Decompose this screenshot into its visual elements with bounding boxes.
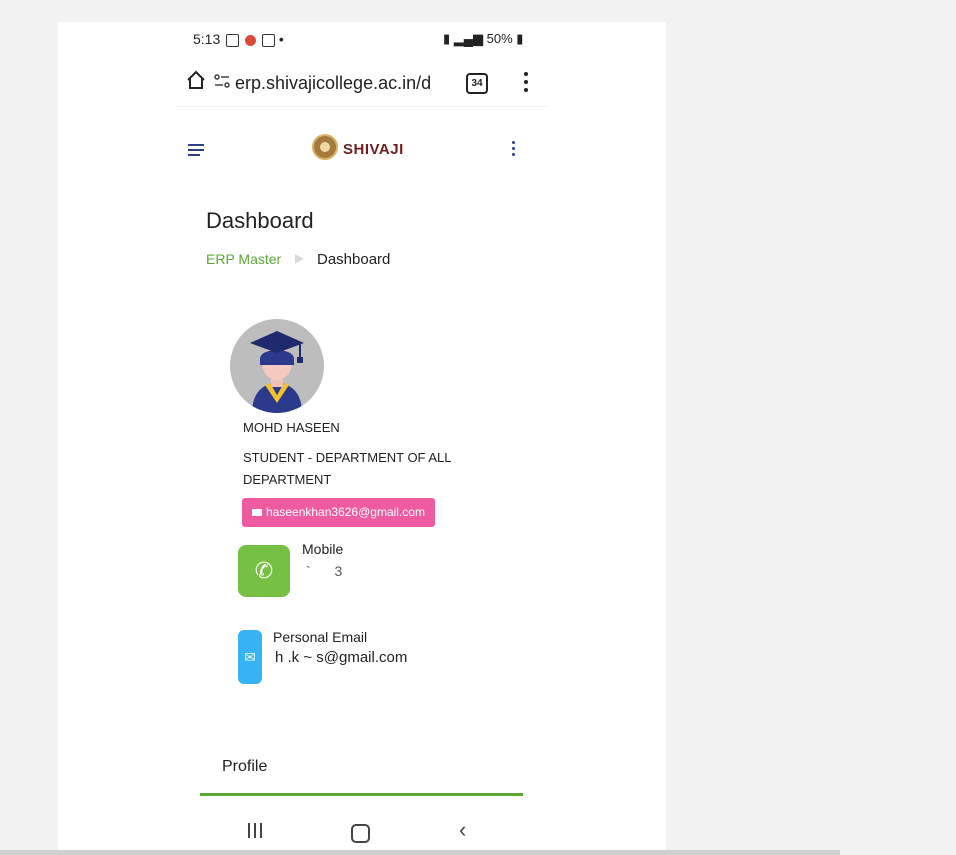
url-field[interactable]: erp.shivajicollege.ac.in/d <box>235 73 431 94</box>
recent-apps-icon[interactable] <box>248 823 266 843</box>
logo-text: SHIVAJI <box>343 141 404 158</box>
scrollbar-track <box>0 850 840 855</box>
dot-icon: • <box>278 31 284 47</box>
tab-profile[interactable]: Profile <box>222 758 267 776</box>
wifi-icon: ▮ <box>443 31 451 46</box>
tab-active-indicator <box>200 793 523 796</box>
mobile-value: ` 3 <box>306 563 353 579</box>
breadcrumb-dashboard: Dashboard <box>317 251 391 268</box>
site-settings-icon[interactable] <box>214 74 230 93</box>
student-name: MOHD HASEEN <box>243 420 340 435</box>
personal-email-label: Personal Email <box>273 629 368 645</box>
page-title: Dashboard <box>206 208 314 233</box>
status-indicators: ▮ ▂▄▆ 50% ▮ <box>443 31 523 47</box>
browser-menu-icon[interactable] <box>524 72 528 96</box>
breadcrumb-erp-master[interactable]: ERP Master <box>206 251 281 267</box>
mail-icon: ✉ <box>238 630 262 684</box>
breadcrumb-separator-icon: ▶ <box>295 251 305 265</box>
status-time-text: 5:13 <box>193 31 221 47</box>
app-menu-icon[interactable] <box>512 141 515 159</box>
status-time: 5:13 • <box>193 31 284 47</box>
personal-email-value: h .k ~ s@gmail.com <box>275 649 408 666</box>
hamburger-menu-icon[interactable] <box>188 144 204 159</box>
notification-icon <box>261 33 275 47</box>
image-notification-icon <box>226 33 240 47</box>
battery-level: 50% <box>486 31 513 46</box>
college-logo <box>312 134 338 160</box>
back-icon[interactable]: ‹ <box>459 817 466 843</box>
tab-switcher-button[interactable]: 34 <box>466 73 488 94</box>
avatar <box>230 319 324 413</box>
envelope-icon <box>252 509 262 517</box>
phone-icon: ✆ <box>238 545 290 597</box>
home-icon[interactable] <box>186 70 206 95</box>
email-badge[interactable]: haseenkhan3626@gmail.com <box>242 498 435 527</box>
battery-icon: ▮ <box>516 31 524 46</box>
phone-screen: 5:13 • ▮ ▂▄▆ 50% ▮ erp.shivajicollege.ac… <box>58 22 666 855</box>
mobile-label: Mobile <box>302 541 344 557</box>
email-badge-text: haseenkhan3626@gmail.com <box>266 505 425 519</box>
student-role: STUDENT - DEPARTMENT OF ALL DEPARTMENT <box>243 450 452 487</box>
app-notification-icon <box>245 34 257 46</box>
home-button-icon[interactable] <box>351 824 370 843</box>
signal-icon: ▂▄▆ <box>453 31 483 46</box>
